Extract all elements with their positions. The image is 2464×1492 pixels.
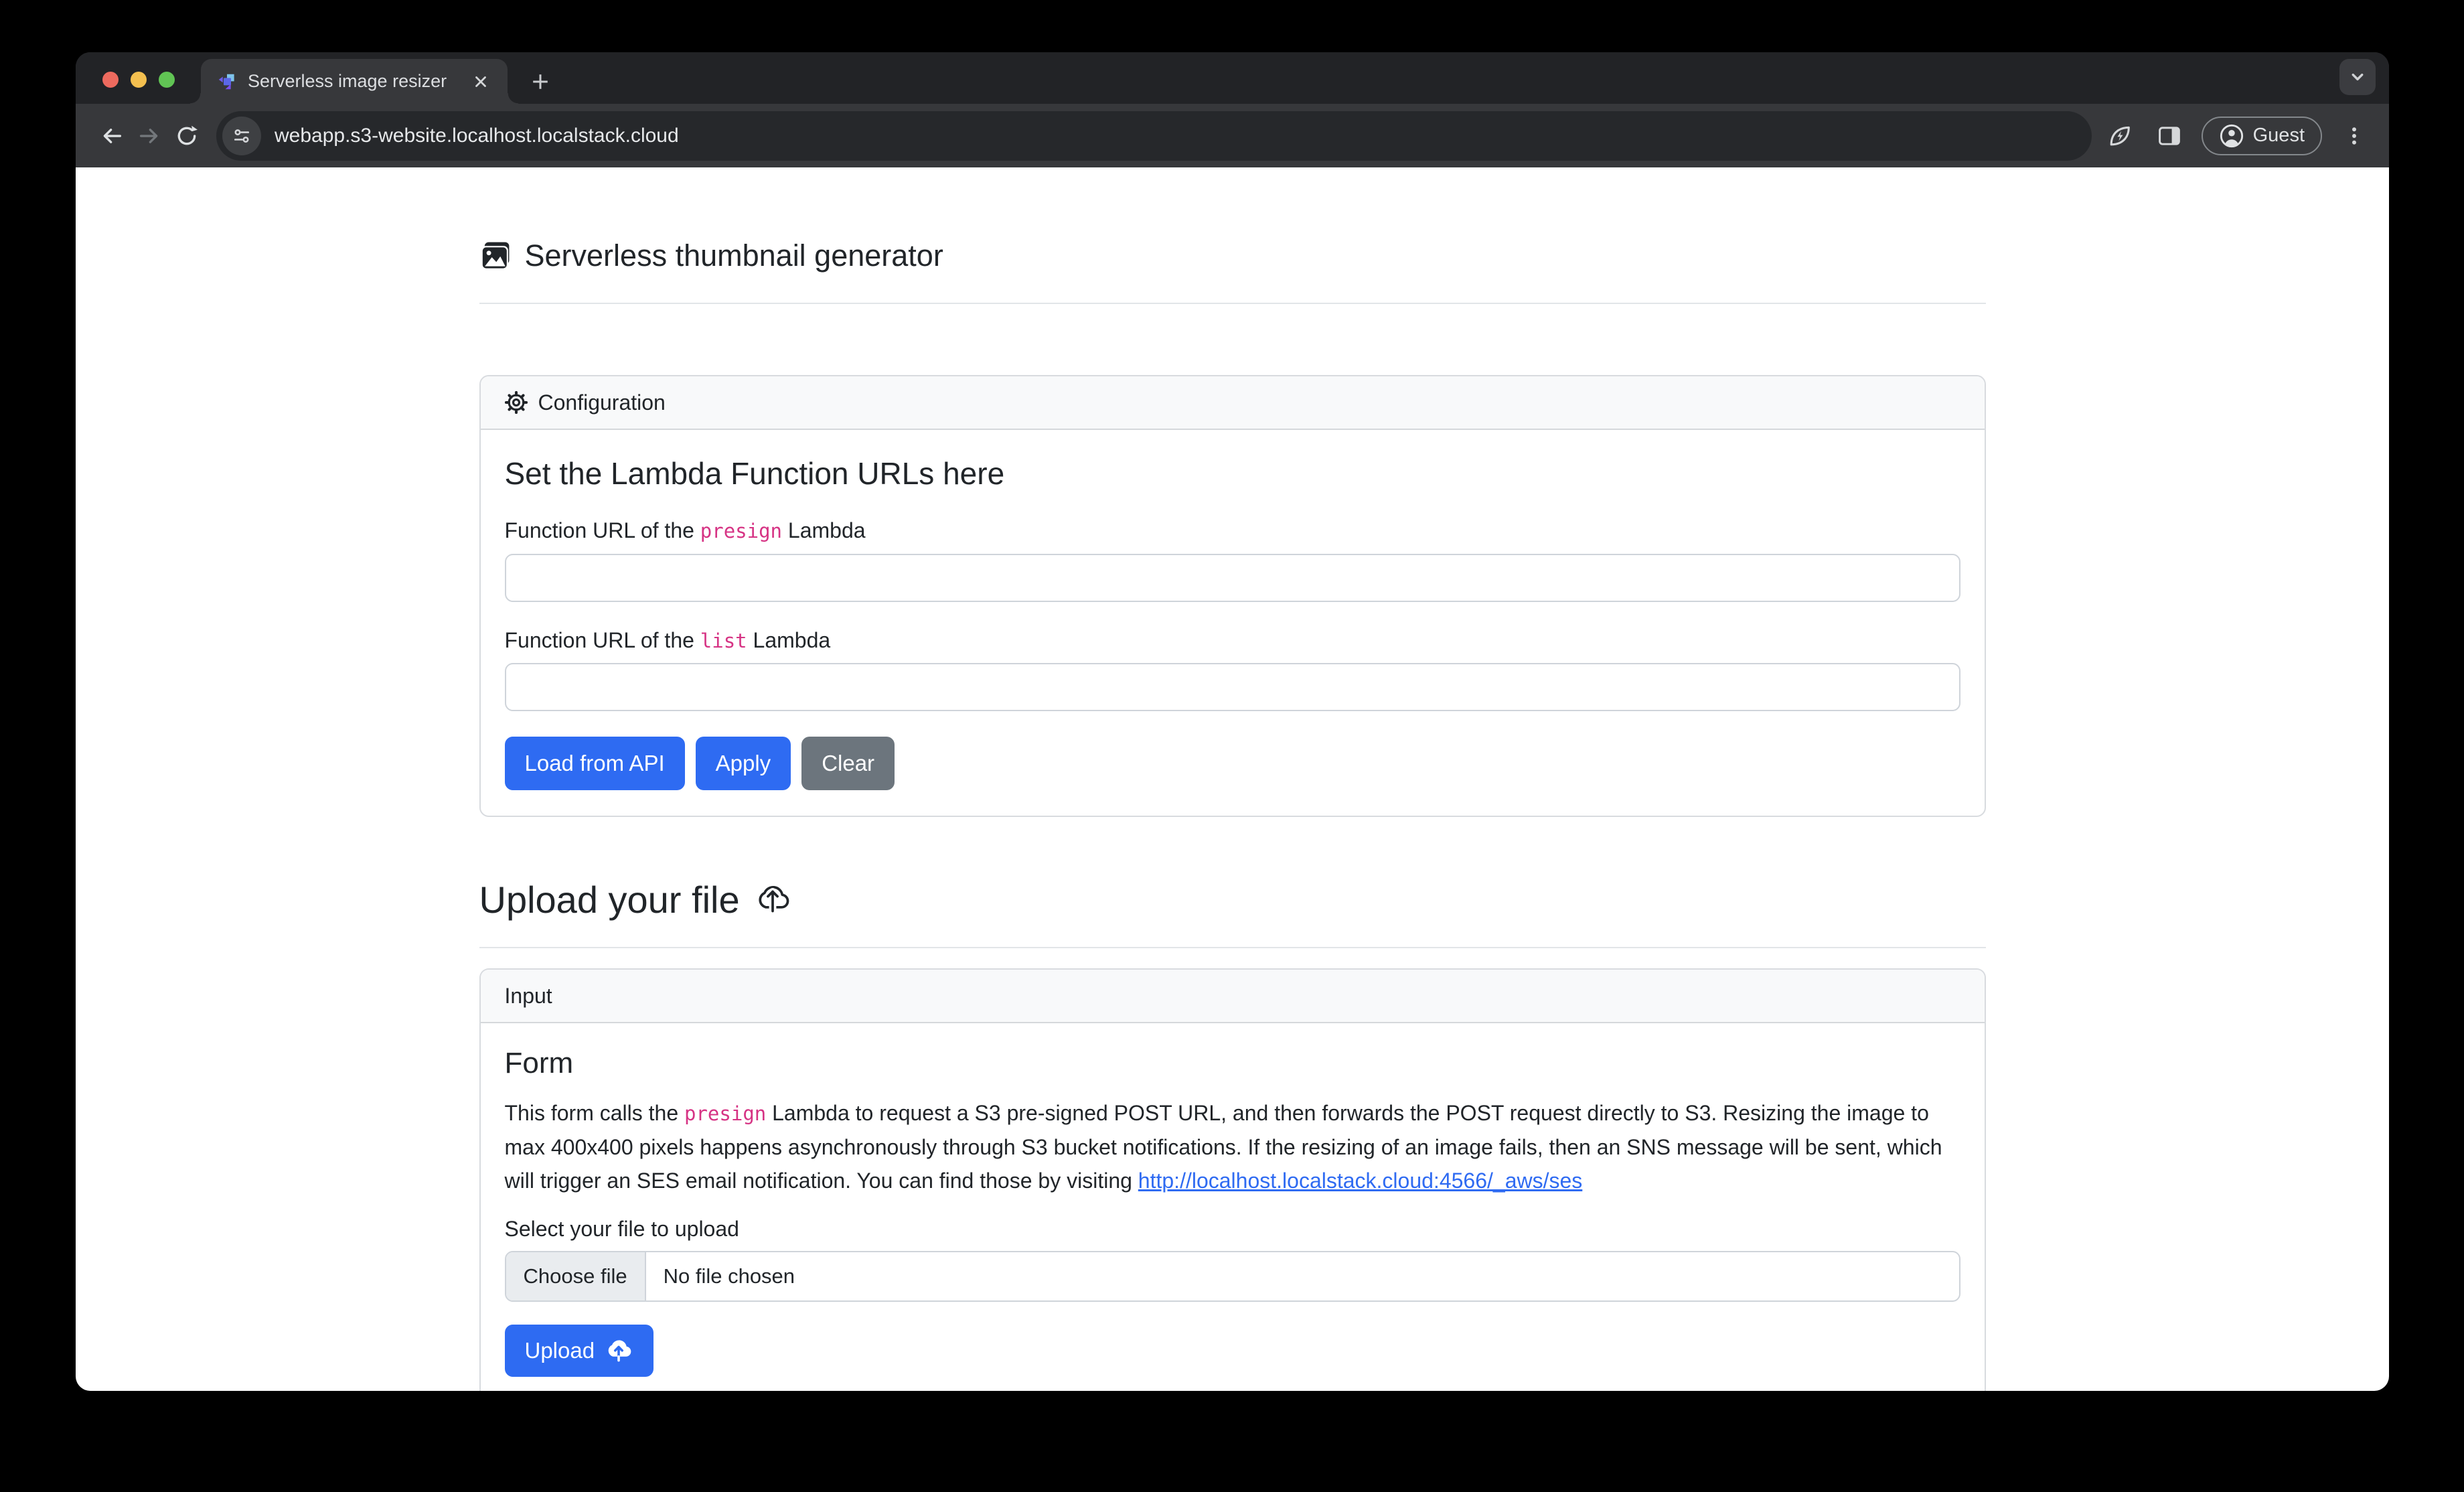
configuration-card-header: Configuration — [481, 376, 1985, 430]
upload-heading-row: Upload your file — [479, 879, 1986, 921]
choose-file-button[interactable]: Choose file — [506, 1252, 646, 1300]
tab-search-button[interactable] — [2339, 59, 2376, 95]
config-buttons: Load from API Apply Clear — [505, 737, 1960, 790]
browser-menu-button[interactable] — [2337, 119, 2372, 153]
config-heading: Set the Lambda Function URLs here — [505, 455, 1960, 492]
presign-code: presign — [684, 1102, 766, 1125]
url-bar[interactable]: webapp.s3-website.localhost.localstack.c… — [216, 111, 2092, 161]
back-button[interactable] — [93, 117, 131, 155]
profile-label: Guest — [2253, 125, 2305, 147]
energy-saver-icon[interactable] — [2102, 119, 2137, 153]
side-panel-icon[interactable] — [2152, 119, 2187, 153]
divider — [479, 947, 1986, 948]
file-input[interactable]: Choose file No file chosen — [505, 1251, 1960, 1302]
profile-button[interactable]: Guest — [2202, 117, 2322, 155]
clear-button[interactable]: Clear — [801, 737, 895, 790]
input-card: Input Form This form calls the presign L… — [479, 968, 1986, 1391]
forward-button[interactable] — [131, 117, 168, 155]
list-code: list — [700, 629, 747, 652]
presign-code: presign — [700, 520, 782, 542]
divider — [479, 303, 1986, 304]
reload-button[interactable] — [168, 117, 206, 155]
configuration-card-title: Configuration — [538, 390, 666, 415]
configuration-card: Configuration Set the Lambda Function UR… — [479, 375, 1986, 817]
guest-avatar-icon — [2219, 123, 2244, 149]
new-tab-button[interactable] — [526, 67, 555, 96]
browser-tab[interactable]: Serverless image resizer — [201, 59, 508, 104]
close-window-button[interactable] — [102, 72, 119, 88]
ses-link[interactable]: http://localhost.localstack.cloud:4566/_… — [1138, 1169, 1582, 1193]
page-title: Serverless thumbnail generator — [525, 238, 943, 273]
browser-window: Serverless image resizer — [76, 52, 2389, 1391]
cloud-upload-fill-icon — [604, 1336, 633, 1365]
form-description: This form calls the presign Lambda to re… — [505, 1096, 1960, 1198]
list-url-label: Function URL of the list Lambda — [505, 626, 1960, 655]
tab-strip: Serverless image resizer — [76, 52, 2389, 104]
list-url-input[interactable] — [505, 663, 1960, 711]
upload-button-label: Upload — [525, 1338, 595, 1363]
browser-toolbar: webapp.s3-website.localhost.localstack.c… — [76, 104, 2389, 167]
file-status-text: No file chosen — [646, 1252, 812, 1300]
apply-button[interactable]: Apply — [696, 737, 791, 790]
fullscreen-window-button[interactable] — [159, 72, 175, 88]
upload-heading: Upload your file — [479, 879, 740, 921]
window-controls — [102, 72, 175, 88]
presign-url-label: Function URL of the presign Lambda — [505, 516, 1960, 545]
input-card-header: Input — [481, 970, 1985, 1023]
site-settings-icon[interactable] — [222, 117, 261, 155]
select-file-label: Select your file to upload — [505, 1217, 1960, 1242]
input-card-title: Input — [505, 983, 552, 1009]
tab-close-icon[interactable] — [467, 68, 494, 95]
toolbar-actions: Guest — [2102, 117, 2372, 155]
minimize-window-button[interactable] — [131, 72, 147, 88]
upload-button[interactable]: Upload — [505, 1325, 654, 1377]
cloud-upload-icon — [755, 882, 791, 918]
page-content: Serverless thumbnail generator — [76, 167, 2389, 1391]
tab-favicon — [217, 72, 237, 92]
tab-title: Serverless image resizer — [248, 71, 457, 92]
page-title-row: Serverless thumbnail generator — [479, 238, 1986, 273]
images-icon — [479, 240, 512, 272]
presign-url-input[interactable] — [505, 554, 1960, 602]
form-heading: Form — [505, 1046, 1960, 1081]
load-from-api-button[interactable]: Load from API — [505, 737, 685, 790]
gear-icon — [505, 391, 528, 414]
chevron-down-icon — [2347, 67, 2368, 87]
url-text: webapp.s3-website.localhost.localstack.c… — [275, 125, 679, 147]
